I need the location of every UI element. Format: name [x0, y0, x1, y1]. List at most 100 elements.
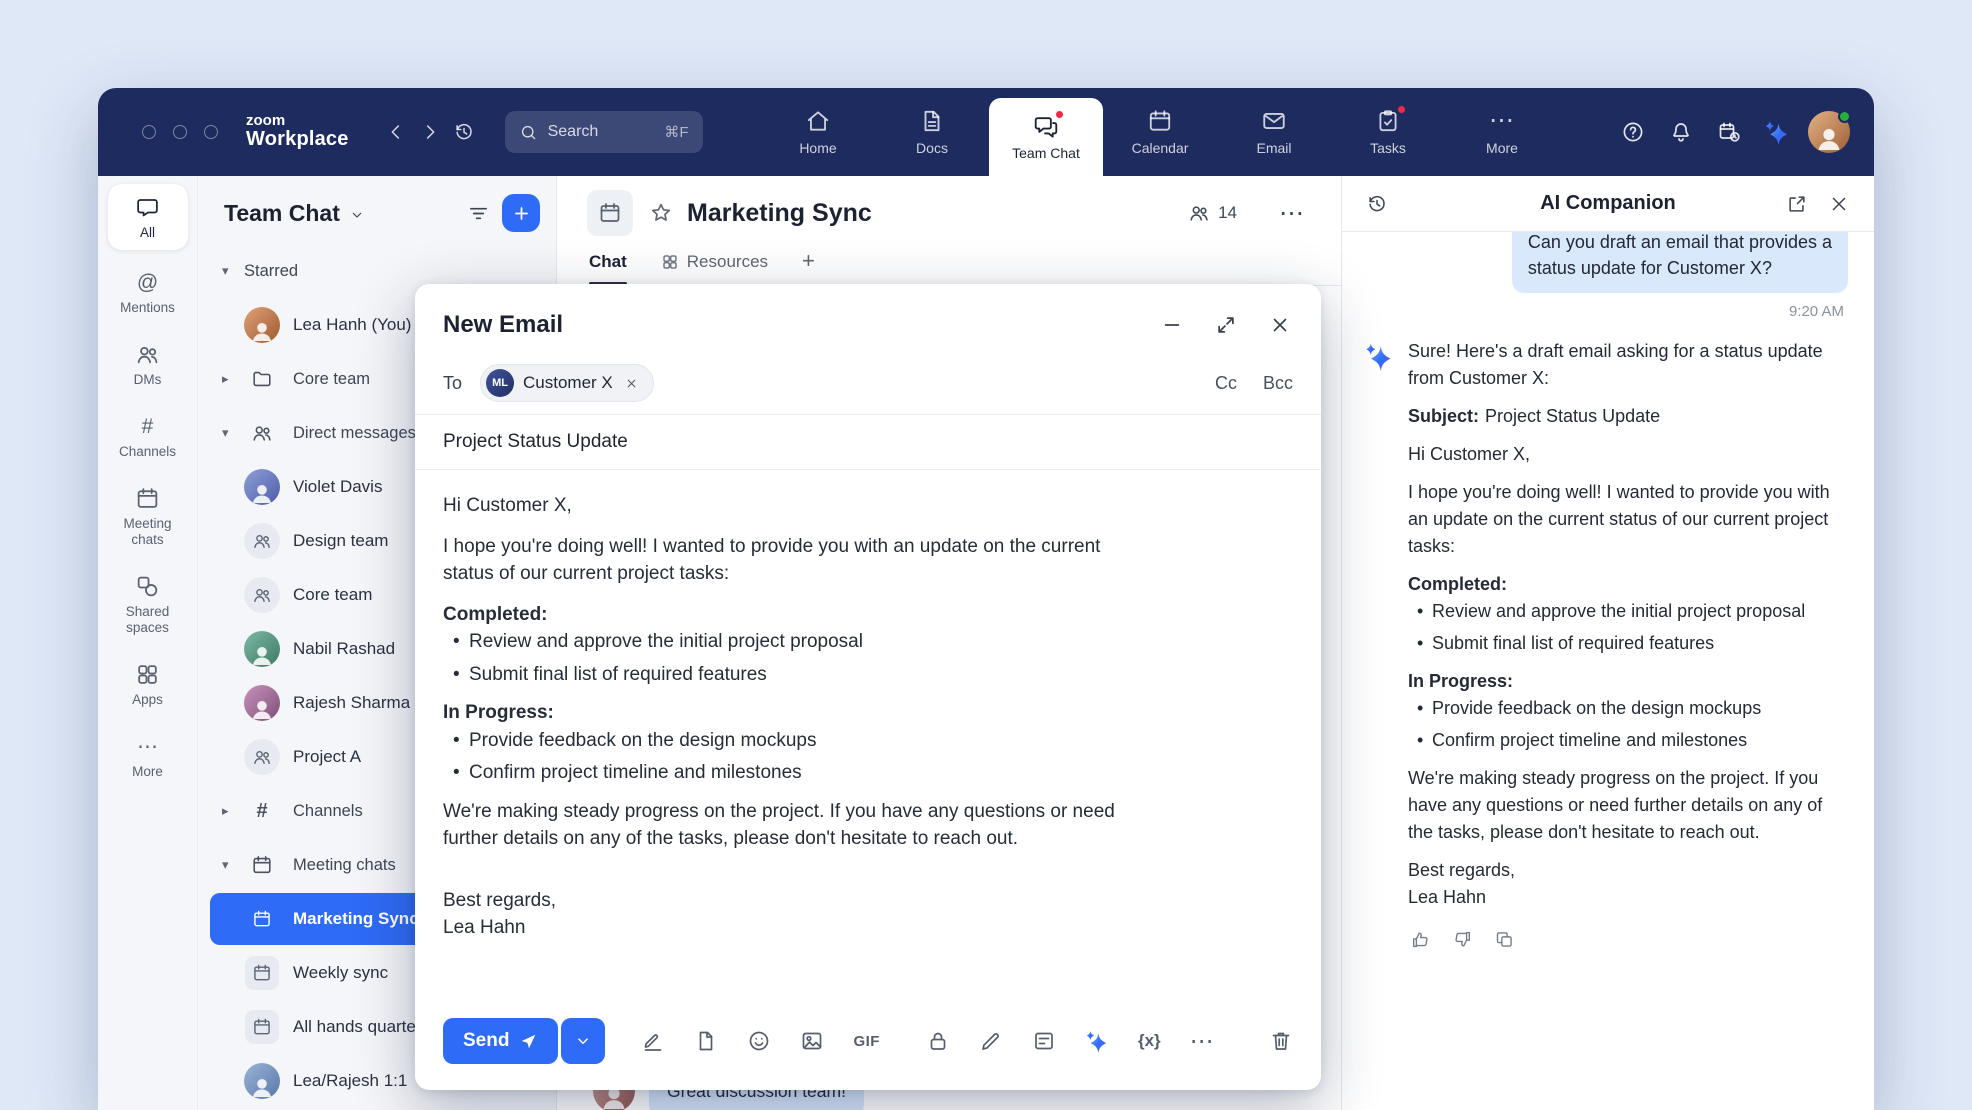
send-options-button[interactable] [561, 1018, 605, 1064]
nav-tasks[interactable]: Tasks [1331, 88, 1445, 176]
search-input[interactable]: Search ⌘F [505, 111, 703, 153]
ai-conversation[interactable]: Can you draft an email that provides a s… [1342, 232, 1874, 1110]
nav-email[interactable]: Email [1217, 88, 1331, 176]
send-button[interactable]: Send [443, 1018, 558, 1064]
rail-dms[interactable]: DMs [108, 342, 188, 388]
remove-recipient-button[interactable] [622, 373, 642, 393]
variables-button[interactable]: {x} [1138, 1027, 1161, 1055]
help-button[interactable] [1616, 115, 1650, 149]
template-button[interactable] [1032, 1027, 1056, 1055]
back-button[interactable] [379, 115, 413, 149]
forward-button[interactable] [413, 115, 447, 149]
expand-arrow-icon[interactable]: ▸ [222, 371, 244, 387]
tab-chat[interactable]: Chat [589, 252, 627, 285]
thumbs-down-button[interactable] [1450, 927, 1474, 951]
rail-more[interactable]: ⋯ More [108, 735, 188, 780]
thumbs-up-button[interactable] [1408, 927, 1432, 951]
window-controls[interactable] [142, 125, 218, 139]
nav-team-chat[interactable]: Team Chat [989, 98, 1103, 176]
ai-compose-button[interactable] [1085, 1027, 1109, 1055]
rail-mentions[interactable]: @ Mentions [108, 271, 188, 316]
more-tools-button[interactable]: ⋯ [1190, 1027, 1215, 1055]
group-avatar [244, 523, 280, 559]
collapse-arrow-icon[interactable]: ▾ [222, 263, 244, 279]
ai-sparkle-icon [1764, 119, 1790, 145]
expand-button[interactable] [1211, 310, 1241, 340]
emoji-button[interactable] [747, 1027, 771, 1055]
resources-grid-icon [661, 253, 679, 271]
gif-button[interactable]: GIF [853, 1027, 880, 1055]
encrypt-button[interactable] [926, 1027, 950, 1055]
email-icon [1261, 108, 1287, 134]
search-icon [519, 123, 538, 142]
channel-header: Marketing Sync 14 ⋯ [557, 176, 1341, 238]
rail-channels[interactable]: # Channels [108, 415, 188, 460]
new-chat-button[interactable] [502, 194, 540, 232]
channel-more-button[interactable]: ⋯ [1279, 201, 1305, 226]
tasks-icon [1375, 108, 1401, 134]
expand-arrow-icon[interactable]: ▸ [222, 803, 244, 819]
ai-feedback-actions [1408, 927, 1842, 951]
collapse-arrow-icon[interactable]: ▾ [222, 857, 244, 873]
nav-docs[interactable]: Docs [875, 88, 989, 176]
rail-apps[interactable]: Apps [108, 662, 188, 708]
ai-companion-button[interactable] [1760, 115, 1794, 149]
docs-icon [919, 108, 945, 134]
to-field[interactable]: To ML Customer X Cc Bcc [415, 356, 1321, 415]
window-close-dot[interactable] [142, 125, 156, 139]
channel-title: Marketing Sync [687, 199, 1176, 228]
user-avatar[interactable] [1808, 111, 1850, 153]
nav-calendar[interactable]: Calendar [1103, 88, 1217, 176]
bcc-button[interactable]: Bcc [1263, 373, 1293, 394]
subject-field[interactable]: Project Status Update [415, 415, 1321, 470]
signature-button[interactable] [641, 1027, 665, 1055]
window-maximize-dot[interactable] [204, 125, 218, 139]
shapes-icon [135, 574, 160, 599]
insert-image-button[interactable] [800, 1027, 824, 1055]
discard-draft-button[interactable] [1269, 1027, 1293, 1055]
recipient-chip[interactable]: ML Customer X [480, 364, 654, 402]
upcoming-meetings-button[interactable] [1712, 115, 1746, 149]
edit-button[interactable] [979, 1027, 1003, 1055]
rail-all[interactable]: All [108, 184, 188, 250]
help-icon [1621, 120, 1645, 144]
ai-companion-panel: AI Companion Can you draft an email that… [1341, 176, 1874, 1110]
filter-button[interactable] [460, 195, 496, 231]
new-email-modal: New Email To ML Customer X Cc Bcc [415, 284, 1321, 1090]
pencil-icon [979, 1029, 1003, 1053]
people-icon [135, 342, 160, 367]
search-shortcut-hint: ⌘F [664, 123, 688, 141]
to-label: To [443, 373, 462, 394]
meeting-calendar-icon [245, 956, 279, 990]
main-navigation: Home Docs Team Chat Calendar Email Tasks [761, 88, 1559, 176]
attach-file-button[interactable] [694, 1027, 718, 1055]
tab-resources[interactable]: Resources [661, 252, 768, 285]
ai-history-button[interactable] [1360, 187, 1394, 221]
channel-tabs: Chat Resources + [557, 238, 1341, 286]
rail-meeting-chats[interactable]: Meeting chats [108, 486, 188, 547]
image-icon [800, 1029, 824, 1053]
window-minimize-dot[interactable] [173, 125, 187, 139]
close-ai-panel-button[interactable] [1822, 187, 1856, 221]
notifications-button[interactable] [1664, 115, 1698, 149]
star-channel-icon[interactable] [649, 201, 673, 225]
member-count[interactable]: 14 [1188, 202, 1237, 224]
open-in-new-icon [1786, 193, 1808, 215]
template-icon [1032, 1029, 1056, 1053]
email-body-editor[interactable]: Hi Customer X, I hope you're doing well!… [415, 470, 1321, 1008]
nav-more[interactable]: ⋯ More [1445, 88, 1559, 176]
calendar-icon [135, 486, 160, 511]
copy-button[interactable] [1492, 927, 1516, 951]
rail-shared-spaces[interactable]: Shared spaces [108, 574, 188, 635]
cc-button[interactable]: Cc [1215, 373, 1237, 394]
pop-out-button[interactable] [1780, 187, 1814, 221]
nav-home[interactable]: Home [761, 88, 875, 176]
close-button[interactable] [1265, 310, 1295, 340]
team-chat-title-dropdown[interactable]: Team Chat [224, 200, 460, 227]
hash-icon: # [142, 415, 154, 439]
collapse-arrow-icon[interactable]: ▾ [222, 425, 244, 441]
ai-panel-header: AI Companion [1342, 176, 1874, 232]
add-tab-button[interactable]: + [802, 248, 815, 285]
minimize-button[interactable] [1157, 310, 1187, 340]
history-button[interactable] [447, 115, 481, 149]
